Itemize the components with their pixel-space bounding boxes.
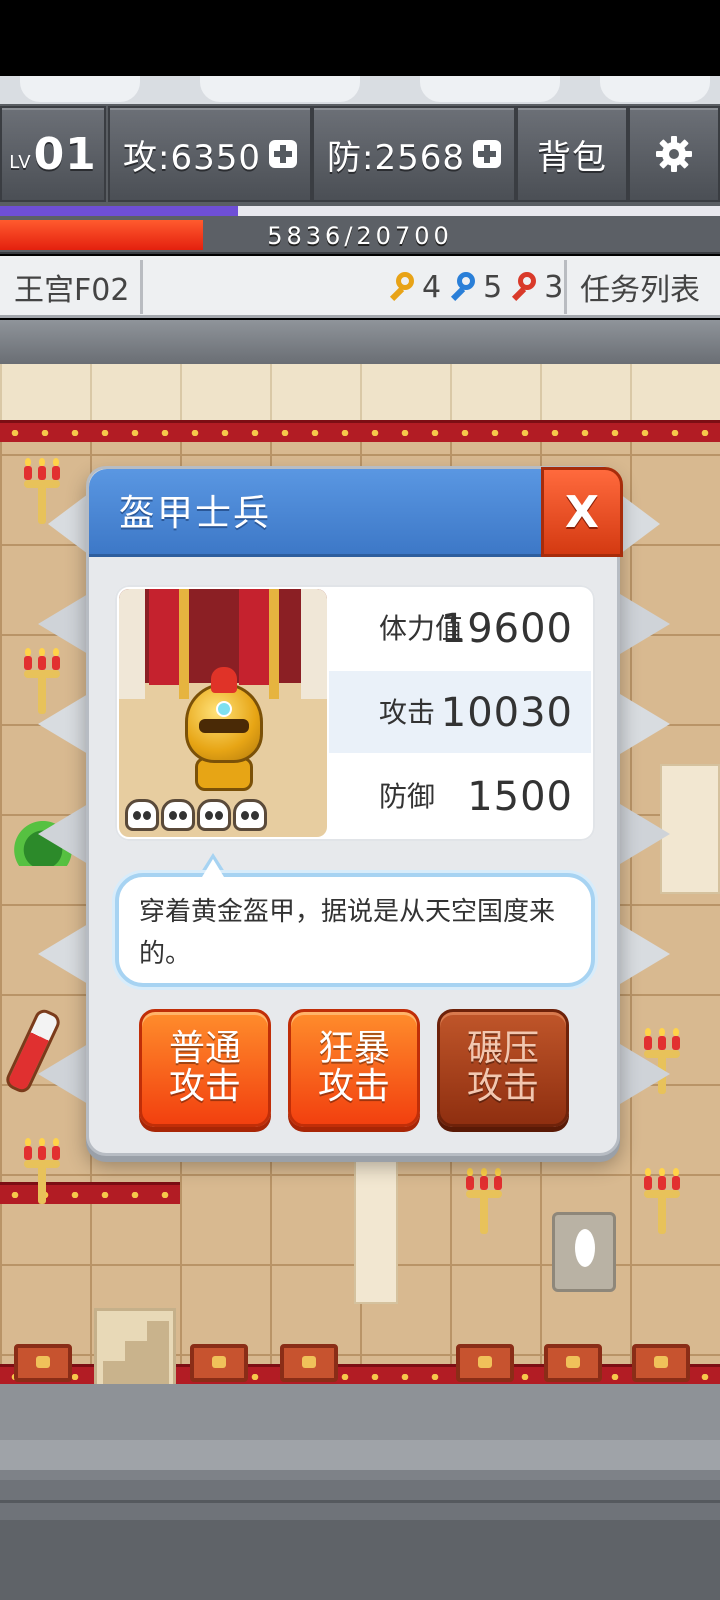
blue-key-icon xyxy=(447,272,477,302)
button-label-line1: 碾压 xyxy=(466,1028,539,1069)
berserk-attack-button[interactable]: 狂暴 攻击 xyxy=(288,1009,420,1127)
cloud-decor xyxy=(420,76,560,102)
cloud-decor xyxy=(600,76,710,102)
info-row: 王宫F02 4 5 3 任务列表 xyxy=(0,256,720,318)
hp-text: 5836/20700 xyxy=(267,222,453,250)
stat-value: 10030 xyxy=(440,690,573,736)
red-key-count: 3 xyxy=(544,269,564,305)
divider xyxy=(564,260,567,314)
button-label-line2: 攻击 xyxy=(466,1066,539,1107)
level-prefix: LV xyxy=(9,151,32,173)
blue-key-count: 5 xyxy=(483,269,503,305)
spike-decor xyxy=(620,804,670,864)
chest-icon xyxy=(190,1344,248,1382)
skull-icon xyxy=(125,799,159,831)
stone-band xyxy=(0,320,720,364)
defense-stat-button[interactable]: 防:2568 xyxy=(312,106,516,202)
yellow-key-icon xyxy=(386,272,416,302)
cloud-decor xyxy=(200,76,360,102)
description-bubble: 穿着黄金盔甲，据说是从天空国度来的。 xyxy=(115,873,595,987)
settings-button[interactable] xyxy=(628,106,720,202)
spike-decor xyxy=(38,804,88,864)
skull-icon xyxy=(197,799,231,831)
monster-description: 穿着黄金盔甲，据说是从天空国度来的。 xyxy=(139,897,556,969)
yellow-key-count: 4 xyxy=(422,269,442,305)
cloud-decor xyxy=(20,76,140,102)
plus-icon xyxy=(268,140,297,168)
candelabra-icon xyxy=(640,1164,684,1234)
monster-portrait xyxy=(119,589,327,837)
footprint-icon[interactable] xyxy=(552,1212,616,1292)
chest-icon xyxy=(456,1344,514,1382)
exp-bar xyxy=(0,206,720,216)
spike-decor xyxy=(620,924,670,984)
close-button[interactable]: X xyxy=(541,467,623,557)
dialog-header: 盔甲士兵 xyxy=(89,469,543,557)
red-trim xyxy=(0,420,720,442)
pillar xyxy=(354,1144,398,1304)
spike-decor xyxy=(38,694,88,754)
bubble-tail-inner xyxy=(202,859,224,877)
gear-icon xyxy=(656,136,692,172)
stat-label: 防御 xyxy=(379,780,436,813)
hud-bar: LV 01 攻:6350 防:2568 背包 xyxy=(0,76,720,206)
dialog-title: 盔甲士兵 xyxy=(119,493,272,534)
chest-icon xyxy=(14,1344,72,1382)
attack-stat-button[interactable]: 攻:6350 xyxy=(108,106,312,202)
spike-decor xyxy=(620,694,670,754)
skull-icon xyxy=(161,799,195,831)
level-display: LV 01 xyxy=(0,106,106,202)
wall-top xyxy=(0,364,720,420)
stat-row-attack: 攻击 10030 xyxy=(329,671,591,753)
chest-icon xyxy=(632,1344,690,1382)
red-key-icon xyxy=(508,272,538,302)
stat-label: 攻击 xyxy=(379,696,436,729)
spike-decor xyxy=(38,594,88,654)
bag-label: 背包 xyxy=(537,137,607,178)
plus-icon xyxy=(472,140,501,168)
normal-attack-button[interactable]: 普通 攻击 xyxy=(139,1009,271,1127)
button-label-line2: 攻击 xyxy=(168,1066,241,1107)
attack-stat-label: 攻:6350 xyxy=(123,137,261,178)
monster-info-dialog: 盔甲士兵 X 体力值 19600 攻击 10030 防御 1500 穿着黄金盔甲… xyxy=(86,466,623,1156)
spike-decor xyxy=(620,1044,670,1104)
stat-value: 1500 xyxy=(467,774,573,820)
status-bar xyxy=(0,0,720,76)
bottom-wall xyxy=(0,1384,720,1440)
floor-label: 王宫F02 xyxy=(14,273,130,308)
divider xyxy=(140,260,143,314)
spike-decor xyxy=(620,494,660,554)
spike-decor xyxy=(38,924,88,984)
button-label-line2: 攻击 xyxy=(317,1066,390,1107)
bag-button[interactable]: 背包 xyxy=(516,106,628,202)
button-label-line1: 狂暴 xyxy=(317,1028,390,1069)
task-list-button[interactable]: 任务列表 xyxy=(580,256,700,318)
level-value: 01 xyxy=(33,128,97,180)
exp-bar-fill xyxy=(0,206,238,216)
spike-decor xyxy=(38,1044,88,1104)
stat-row-hp: 体力值 19600 xyxy=(329,587,591,669)
stats-panel: 体力值 19600 攻击 10030 防御 1500 xyxy=(115,585,595,841)
hp-bar: 5836/20700 xyxy=(0,216,720,254)
candelabra-icon xyxy=(462,1164,506,1234)
spike-decor xyxy=(620,594,670,654)
stat-row-defense: 防御 1500 xyxy=(329,755,591,837)
crush-attack-button[interactable]: 碾压 攻击 xyxy=(437,1009,569,1127)
candelabra-icon xyxy=(20,1134,64,1204)
bottom-stone-wall xyxy=(0,1440,720,1600)
skull-icon xyxy=(233,799,267,831)
key-counts: 4 5 3 xyxy=(380,256,563,318)
button-label-line1: 普通 xyxy=(168,1028,241,1069)
defense-stat-label: 防:2568 xyxy=(327,137,465,178)
spike-decor xyxy=(48,494,88,554)
stat-value: 19600 xyxy=(440,606,573,652)
chest-icon xyxy=(280,1344,338,1382)
chest-icon xyxy=(544,1344,602,1382)
